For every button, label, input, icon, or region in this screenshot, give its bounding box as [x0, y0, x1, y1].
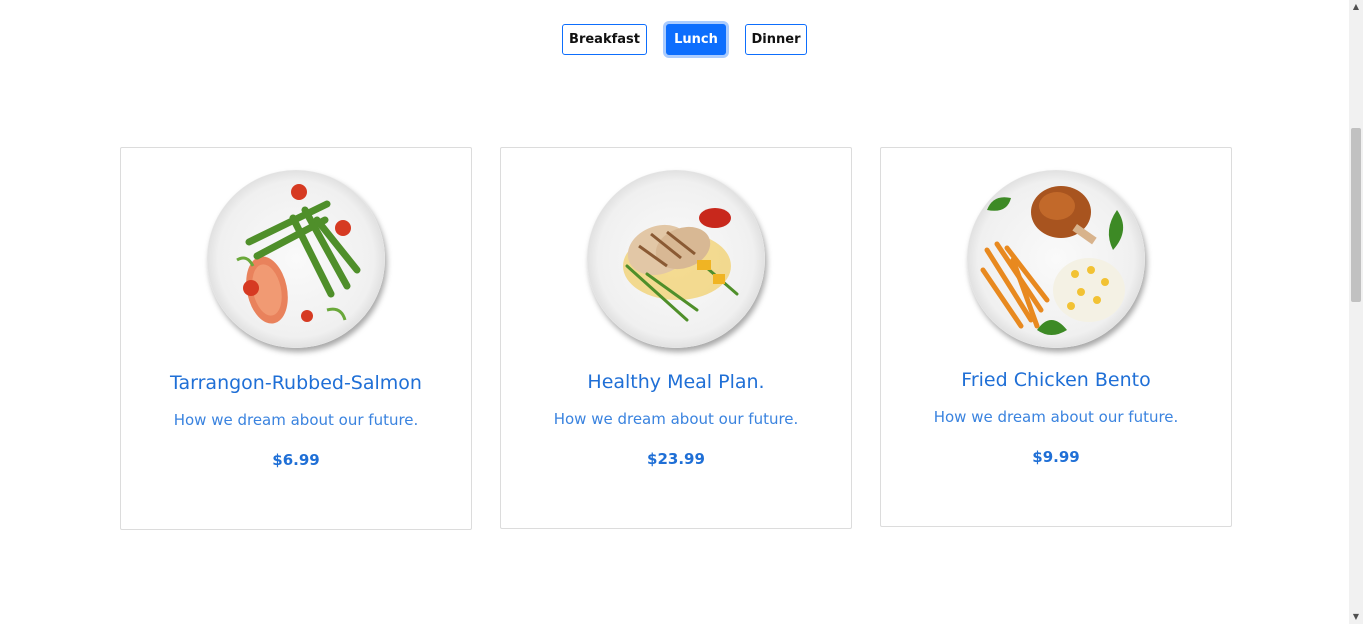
- grilled-chicken-plate-image: [587, 170, 765, 348]
- scroll-down-icon[interactable]: ▼: [1349, 610, 1363, 624]
- vertical-scrollbar[interactable]: ▲ ▼: [1349, 0, 1363, 624]
- salmon-plate-image: [207, 170, 385, 348]
- tab-dinner[interactable]: Dinner: [745, 24, 807, 55]
- card-price: $9.99: [1032, 448, 1080, 466]
- meal-tabs: Breakfast Lunch Dinner: [0, 24, 1349, 56]
- scroll-thumb[interactable]: [1351, 128, 1361, 302]
- meal-card-salmon: Tarrangon-Rubbed-Salmon How we dream abo…: [120, 147, 472, 530]
- tab-breakfast[interactable]: Breakfast: [562, 24, 647, 55]
- meal-card-bento: Fried Chicken Bento How we dream about o…: [880, 147, 1232, 527]
- card-title[interactable]: Healthy Meal Plan.: [501, 371, 851, 393]
- card-description: How we dream about our future.: [173, 411, 419, 429]
- card-price: $6.99: [272, 451, 320, 469]
- scroll-up-icon[interactable]: ▲: [1349, 0, 1363, 14]
- card-description: How we dream about our future.: [553, 410, 799, 428]
- card-title[interactable]: Tarrangon-Rubbed-Salmon: [121, 372, 471, 394]
- meal-card-healthy: Healthy Meal Plan. How we dream about ou…: [500, 147, 852, 529]
- tab-lunch[interactable]: Lunch: [666, 24, 726, 55]
- card-price: $23.99: [647, 450, 705, 468]
- card-description: How we dream about our future.: [933, 408, 1179, 426]
- fried-chicken-plate-image: [967, 170, 1145, 348]
- card-title[interactable]: Fried Chicken Bento: [881, 369, 1231, 391]
